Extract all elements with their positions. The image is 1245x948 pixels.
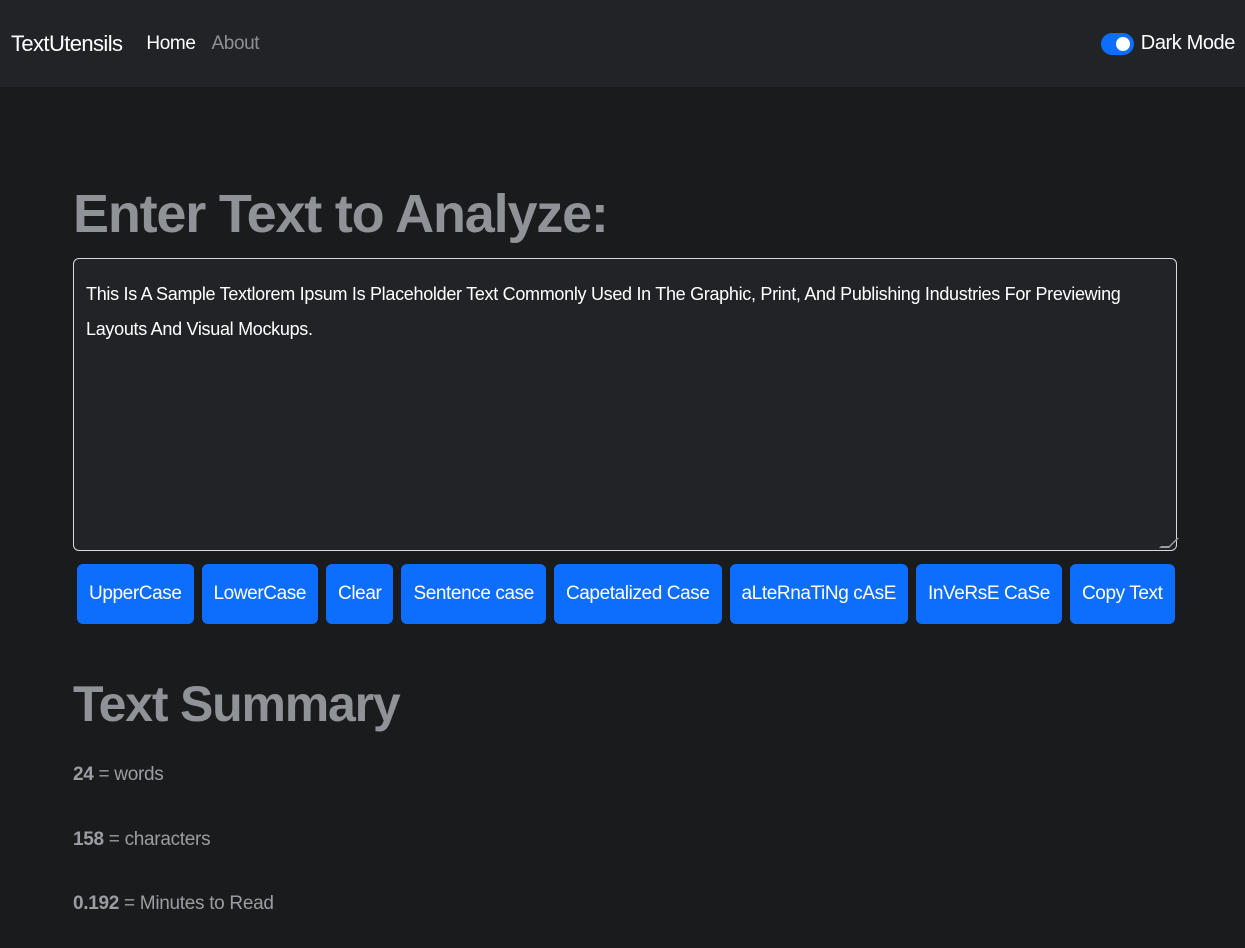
word-count-value: 24 [73,764,94,785]
read-time-label: = Minutes to Read [119,893,274,914]
action-buttons: UpperCase LowerCase Clear Sentence case … [77,564,1183,624]
nav-link-home[interactable]: Home [146,33,195,55]
text-input-area[interactable]: This Is A Sample Textlorem Ipsum Is Plac… [73,258,1179,551]
dark-mode-label[interactable]: Dark Mode [1141,32,1236,55]
resize-handle-icon[interactable] [1159,538,1179,548]
uppercase-button[interactable]: UpperCase [77,564,194,624]
navbar: TextUtensils Home About Dark Mode [0,0,1245,87]
page-title: Enter Text to Analyze: [73,184,609,244]
nav-link-about[interactable]: About [212,33,260,55]
alternating-case-button[interactable]: aLteRnaTiNg cAsE [729,564,908,624]
summary-title: Text Summary [73,676,401,732]
clear-button[interactable]: Clear [326,564,394,624]
read-time-value: 0.192 [73,893,120,914]
brand-logo-text[interactable]: TextUtensils [11,31,123,57]
word-count-stat: 24 = words [73,764,164,786]
textarea-value: This Is A Sample Textlorem Ipsum Is Plac… [86,284,1121,339]
capitalized-case-button[interactable]: Capetalized Case [553,564,722,624]
dark-mode-switch[interactable] [1100,32,1134,55]
char-count-label: = characters [103,829,211,850]
read-time-stat: 0.192 = Minutes to Read [73,893,274,915]
char-count-value: 158 [73,829,104,850]
dark-mode-toggle[interactable]: Dark Mode [1100,32,1236,55]
inverse-case-button[interactable]: InVeRsE CaSe [916,564,1062,624]
switch-knob-icon [1115,36,1130,51]
copy-text-button[interactable]: Copy Text [1069,564,1175,624]
sentence-case-button[interactable]: Sentence case [401,564,546,624]
lowercase-button[interactable]: LowerCase [201,564,319,624]
word-count-label: = words [93,764,164,785]
char-count-stat: 158 = characters [73,829,211,851]
